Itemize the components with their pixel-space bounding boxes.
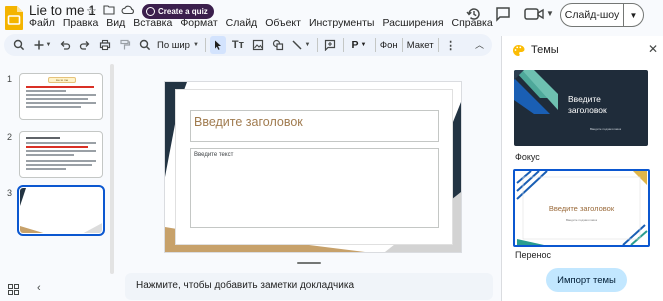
shape-icon[interactable] [270,36,286,54]
toolbar-divider [204,38,206,52]
thumbnail-text-line [26,86,94,88]
print-icon[interactable] [97,36,113,54]
palette-icon [513,45,525,57]
title-placeholder[interactable]: Введите заголовок [190,110,439,142]
thumbnail-text-line [26,98,88,100]
new-slide-dropdown-icon[interactable]: ▼ [46,42,52,48]
theme-name-perenos: Перенос [515,250,551,260]
slide-thumbnail-1[interactable]: Lie to me [19,73,103,120]
background-button[interactable]: Фон [380,40,398,51]
toolbar-divider [342,38,344,52]
thumbnail-text-line [26,146,88,148]
menu-insert[interactable]: Вставка [133,17,172,29]
thumbnail-title: Lie to me [48,77,76,83]
slide-thumbnail-3[interactable] [17,185,105,236]
thumbnail-text-line [26,90,66,92]
themes-panel: Темы ✕ Введите заголовок Введите подзаго… [501,36,663,301]
thumbnail-theme-art [20,188,102,233]
menu-object[interactable]: Объект [265,17,301,29]
thumbnail-text-line [26,142,96,144]
cloud-status-icon[interactable] [121,4,135,18]
insert-comment-icon[interactable] [322,36,338,54]
theme-card-focus[interactable]: Введите заголовок Введите подзаголовок [514,70,648,146]
menu-view[interactable]: Вид [106,17,125,29]
theme-name-focus: Фокус [515,152,540,162]
filmstrip-scrollbar[interactable] [110,64,114,274]
menu-slide[interactable]: Слайд [226,17,258,29]
menu-extensions[interactable]: Расширения [382,17,443,29]
line-dropdown-icon[interactable]: ▼ [304,42,310,48]
thumbnail-text-line [26,168,66,170]
toolbar-divider [374,38,376,52]
slideshow-button[interactable]: Слайд-шоу ▼ [560,3,644,27]
move-folder-icon[interactable] [103,4,115,18]
import-theme-button[interactable]: Импорт темы [546,268,627,292]
menu-edit[interactable]: Правка [63,17,98,29]
theme-preview-title: Введите заголовок [548,204,615,213]
notes-resize-handle[interactable] [297,262,321,264]
create-quiz-label: Create a quiz [158,7,208,16]
toolbar-divider [316,38,318,52]
slide-number: 1 [7,74,13,84]
paint-format-text-icon[interactable]: P ▼ [348,36,370,54]
select-cursor-icon[interactable] [209,36,226,54]
zoom-select[interactable]: По шир [157,40,190,51]
grid-view-icon[interactable] [8,284,19,295]
slides-logo-icon[interactable] [4,5,24,31]
thumbnail-text-line [26,106,81,108]
thumbnail-text-line [26,164,92,166]
theme-preview-subtitle: Введите подзаголовок [565,218,598,222]
body-placeholder[interactable]: Введите текст [190,148,439,228]
more-options-icon[interactable]: ⋮ [443,36,459,54]
redo-icon[interactable] [77,36,93,54]
theme-card-perenos[interactable]: Введите заголовок Введите подзаголовок [513,169,650,247]
slideshow-label: Слайд-шоу [564,9,620,21]
collapse-toolbar-icon[interactable]: ︿ [475,38,484,51]
toolbar-divider [401,38,403,52]
line-icon[interactable]: ▼ [290,36,312,54]
meet-icon[interactable] [524,7,546,21]
comments-icon[interactable] [495,6,511,22]
menu-bar: Файл Правка Вид Вставка Формат Слайд Объ… [29,17,501,29]
toolbar: ▼ По шир ▼ Tт ▼ P ▼ Фон Макет ⋮ ︿ [4,34,492,56]
slide-number: 3 [7,188,13,198]
zoom-icon[interactable] [137,36,153,54]
slide-thumbnail-2[interactable] [19,131,103,178]
zoom-dropdown-icon[interactable]: ▼ [193,42,199,48]
thumbnail-text-line [26,150,96,152]
theme-preview-title: Введите заголовок [568,94,607,115]
panel-title: Темы [531,44,559,56]
thumbnail-text-line [26,102,96,104]
new-slide-icon[interactable]: ▼ [31,36,53,54]
search-menus-icon[interactable] [11,36,27,54]
slideshow-dropdown-icon[interactable]: ▼ [624,11,643,20]
thumbnail-text-line [26,154,74,156]
collapse-filmstrip-icon[interactable]: ‹ [37,282,41,294]
theme-preview-subtitle: Введите подзаголовок [590,127,622,131]
paint-format-icon[interactable] [117,36,133,54]
undo-icon[interactable] [57,36,73,54]
layout-button[interactable]: Макет [407,40,434,51]
thumbnail-text-line [26,137,60,139]
slide-number: 2 [7,132,13,142]
menu-tools[interactable]: Инструменты [309,17,374,29]
thumbnail-text-line [26,160,96,162]
menu-format[interactable]: Формат [180,17,217,29]
quiz-icon [146,7,155,16]
thumbnail-text-line [26,94,96,96]
version-history-icon[interactable] [466,6,482,22]
toolbar-divider [437,38,439,52]
star-icon[interactable]: ☆ [86,4,97,18]
menu-file[interactable]: Файл [29,17,55,29]
speaker-notes[interactable]: Нажмите, чтобы добавить заметки докладчи… [125,273,493,300]
close-icon[interactable]: ✕ [648,42,658,56]
text-box-icon[interactable]: Tт [230,36,246,54]
paint-format-dropdown-icon[interactable]: ▼ [360,42,366,48]
insert-image-icon[interactable] [250,36,266,54]
meet-dropdown-icon[interactable]: ▼ [546,9,554,18]
